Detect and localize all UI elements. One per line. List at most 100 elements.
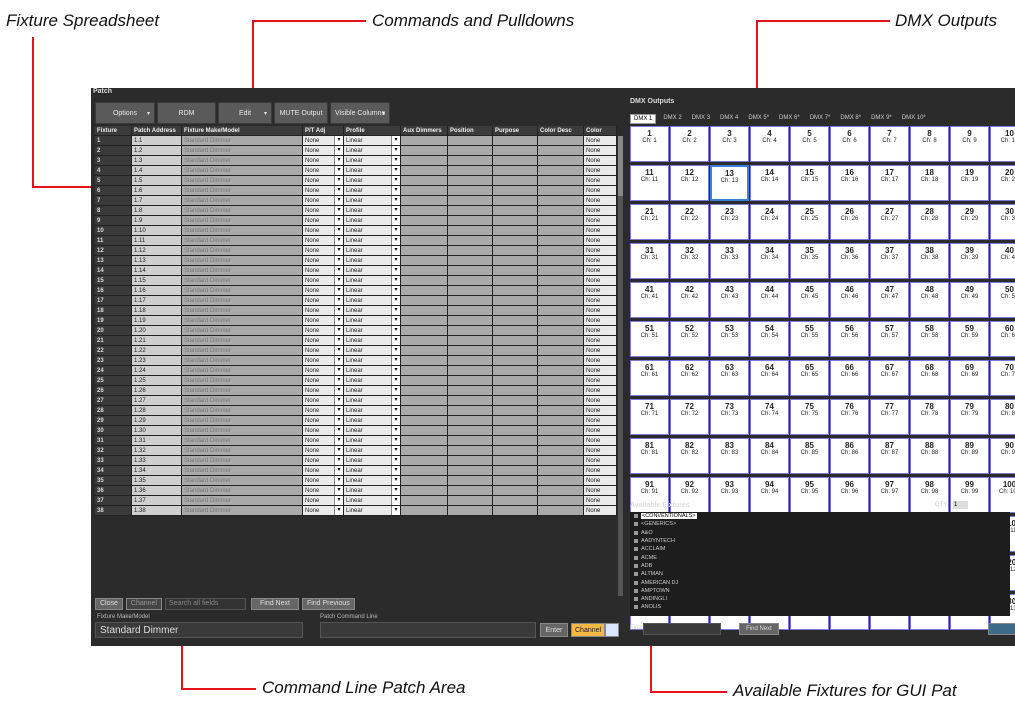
dmx-channel-cell[interactable]: 8 Ch: 8 bbox=[910, 126, 949, 162]
dmx-channel-cell[interactable]: 9 Ch: 9 bbox=[950, 126, 989, 162]
table-cell[interactable] bbox=[493, 346, 538, 356]
table-cell[interactable] bbox=[493, 386, 538, 396]
dmx-channel-cell[interactable]: 6 Ch: 6 bbox=[830, 126, 869, 162]
dmx-channel-cell[interactable]: 15 Ch: 15 bbox=[790, 165, 829, 201]
table-cell[interactable] bbox=[493, 316, 538, 326]
table-cell[interactable] bbox=[448, 146, 493, 156]
table-cell[interactable] bbox=[493, 466, 538, 476]
table-cell[interactable]: Linear ▾ bbox=[344, 446, 401, 456]
dmx-channel-cell[interactable]: 97 Ch: 97 bbox=[870, 477, 909, 513]
dmx-channel-cell[interactable]: 96 Ch: 96 bbox=[830, 477, 869, 513]
table-cell[interactable]: 26 bbox=[95, 386, 132, 396]
chevron-down-icon[interactable]: ▾ bbox=[391, 336, 400, 345]
table-cell[interactable]: Standard Dimmer bbox=[182, 316, 303, 326]
table-cell[interactable] bbox=[448, 136, 493, 146]
chevron-down-icon[interactable]: ▾ bbox=[334, 246, 343, 255]
table-cell[interactable] bbox=[493, 226, 538, 236]
chevron-down-icon[interactable]: ▾ bbox=[391, 296, 400, 305]
channel-button[interactable]: Channel bbox=[571, 623, 605, 637]
table-row[interactable]: 2 1.2 Standard Dimmer None ▾ Linear ▾ None bbox=[95, 146, 617, 156]
table-cell[interactable] bbox=[401, 406, 448, 416]
table-cell[interactable]: Linear ▾ bbox=[344, 136, 401, 146]
tab-dmx[interactable]: DMX 2 bbox=[660, 114, 684, 124]
table-cell[interactable]: 30 bbox=[95, 426, 132, 436]
table-cell[interactable] bbox=[538, 256, 584, 266]
table-cell[interactable]: None ▾ bbox=[303, 306, 344, 316]
table-cell[interactable] bbox=[538, 296, 584, 306]
table-cell[interactable] bbox=[448, 286, 493, 296]
table-cell[interactable] bbox=[401, 426, 448, 436]
table-cell[interactable]: None ▾ bbox=[303, 406, 344, 416]
table-cell[interactable]: None ▾ bbox=[303, 186, 344, 196]
table-cell[interactable]: 1.6 bbox=[132, 186, 182, 196]
table-cell[interactable]: None ▾ bbox=[303, 136, 344, 146]
table-row[interactable]: 36 1.36 Standard Dimmer None ▾ Linear ▾ None bbox=[95, 486, 617, 496]
expand-icon[interactable] bbox=[634, 563, 638, 568]
chevron-down-icon[interactable]: ▾ bbox=[334, 166, 343, 175]
table-cell[interactable]: 1.29 bbox=[132, 416, 182, 426]
table-cell[interactable]: 1.36 bbox=[132, 486, 182, 496]
table-cell[interactable]: None bbox=[584, 446, 617, 456]
table-cell[interactable]: None bbox=[584, 496, 617, 506]
table-cell[interactable] bbox=[493, 326, 538, 336]
table-cell[interactable] bbox=[538, 476, 584, 486]
table-cell[interactable] bbox=[401, 176, 448, 186]
list-item[interactable]: AADYNTECH bbox=[630, 537, 1010, 545]
table-row[interactable]: 13 1.13 Standard Dimmer None ▾ Linear ▾ None bbox=[95, 256, 617, 266]
chevron-down-icon[interactable]: ▾ bbox=[334, 406, 343, 415]
table-cell[interactable]: Linear ▾ bbox=[344, 416, 401, 426]
chevron-down-icon[interactable]: ▾ bbox=[391, 506, 400, 515]
tab-dmx[interactable]: DMX 8* bbox=[837, 114, 864, 124]
table-cell[interactable] bbox=[448, 306, 493, 316]
table-cell[interactable]: None ▾ bbox=[303, 316, 344, 326]
table-cell[interactable]: None ▾ bbox=[303, 366, 344, 376]
table-cell[interactable]: Linear ▾ bbox=[344, 386, 401, 396]
table-cell[interactable]: Linear ▾ bbox=[344, 156, 401, 166]
table-cell[interactable]: None bbox=[584, 296, 617, 306]
table-cell[interactable]: None ▾ bbox=[303, 296, 344, 306]
table-cell[interactable]: 34 bbox=[95, 466, 132, 476]
table-cell[interactable] bbox=[538, 166, 584, 176]
table-cell[interactable] bbox=[448, 416, 493, 426]
table-cell[interactable] bbox=[401, 186, 448, 196]
table-cell[interactable]: None bbox=[584, 166, 617, 176]
table-cell[interactable] bbox=[493, 236, 538, 246]
chevron-down-icon[interactable]: ▾ bbox=[391, 466, 400, 475]
table-cell[interactable] bbox=[493, 446, 538, 456]
dmx-channel-cell[interactable]: 21 Ch: 21 bbox=[630, 204, 669, 240]
table-row[interactable]: 37 1.37 Standard Dimmer None ▾ Linear ▾ None bbox=[95, 496, 617, 506]
table-cell[interactable] bbox=[401, 196, 448, 206]
chevron-down-icon[interactable]: ▾ bbox=[334, 186, 343, 195]
table-cell[interactable]: None bbox=[584, 176, 617, 186]
table-cell[interactable]: None ▾ bbox=[303, 446, 344, 456]
list-item[interactable]: ACCLAIM bbox=[630, 545, 1010, 553]
table-cell[interactable] bbox=[538, 486, 584, 496]
table-cell[interactable] bbox=[401, 266, 448, 276]
table-cell[interactable] bbox=[538, 386, 584, 396]
table-row[interactable]: 21 1.21 Standard Dimmer None ▾ Linear ▾ None bbox=[95, 336, 617, 346]
visible-columns-button[interactable]: Visible Columns ▾ bbox=[330, 102, 390, 124]
table-cell[interactable] bbox=[493, 416, 538, 426]
table-cell[interactable]: Standard Dimmer bbox=[182, 156, 303, 166]
table-row[interactable]: 16 1.16 Standard Dimmer None ▾ Linear ▾ None bbox=[95, 286, 617, 296]
table-row[interactable]: 18 1.18 Standard Dimmer None ▾ Linear ▾ None bbox=[95, 306, 617, 316]
dmx-channel-cell[interactable]: 17 Ch: 17 bbox=[870, 165, 909, 201]
dmx-channel-cell[interactable]: 30Ch: 30 bbox=[990, 204, 1015, 240]
table-cell[interactable]: 6 bbox=[95, 186, 132, 196]
chevron-down-icon[interactable]: ▾ bbox=[391, 316, 400, 325]
table-cell[interactable]: 5 bbox=[95, 176, 132, 186]
table-cell[interactable] bbox=[493, 156, 538, 166]
table-cell[interactable]: 1.38 bbox=[132, 506, 182, 516]
enter-button[interactable]: Enter bbox=[540, 623, 568, 637]
dmx-channel-cell[interactable]: 58 Ch: 58 bbox=[910, 321, 949, 357]
table-cell[interactable]: 1.22 bbox=[132, 346, 182, 356]
table-cell[interactable]: 12 bbox=[95, 246, 132, 256]
table-cell[interactable] bbox=[448, 346, 493, 356]
chevron-down-icon[interactable]: ▾ bbox=[391, 406, 400, 415]
table-cell[interactable]: 31 bbox=[95, 436, 132, 446]
table-cell[interactable] bbox=[401, 276, 448, 286]
table-row[interactable]: 33 1.33 Standard Dimmer None ▾ Linear ▾ None bbox=[95, 456, 617, 466]
dmx-channel-cell[interactable]: 23 Ch: 23 bbox=[710, 204, 749, 240]
table-cell[interactable] bbox=[401, 446, 448, 456]
dmx-channel-cell[interactable]: 49 Ch: 49 bbox=[950, 282, 989, 318]
